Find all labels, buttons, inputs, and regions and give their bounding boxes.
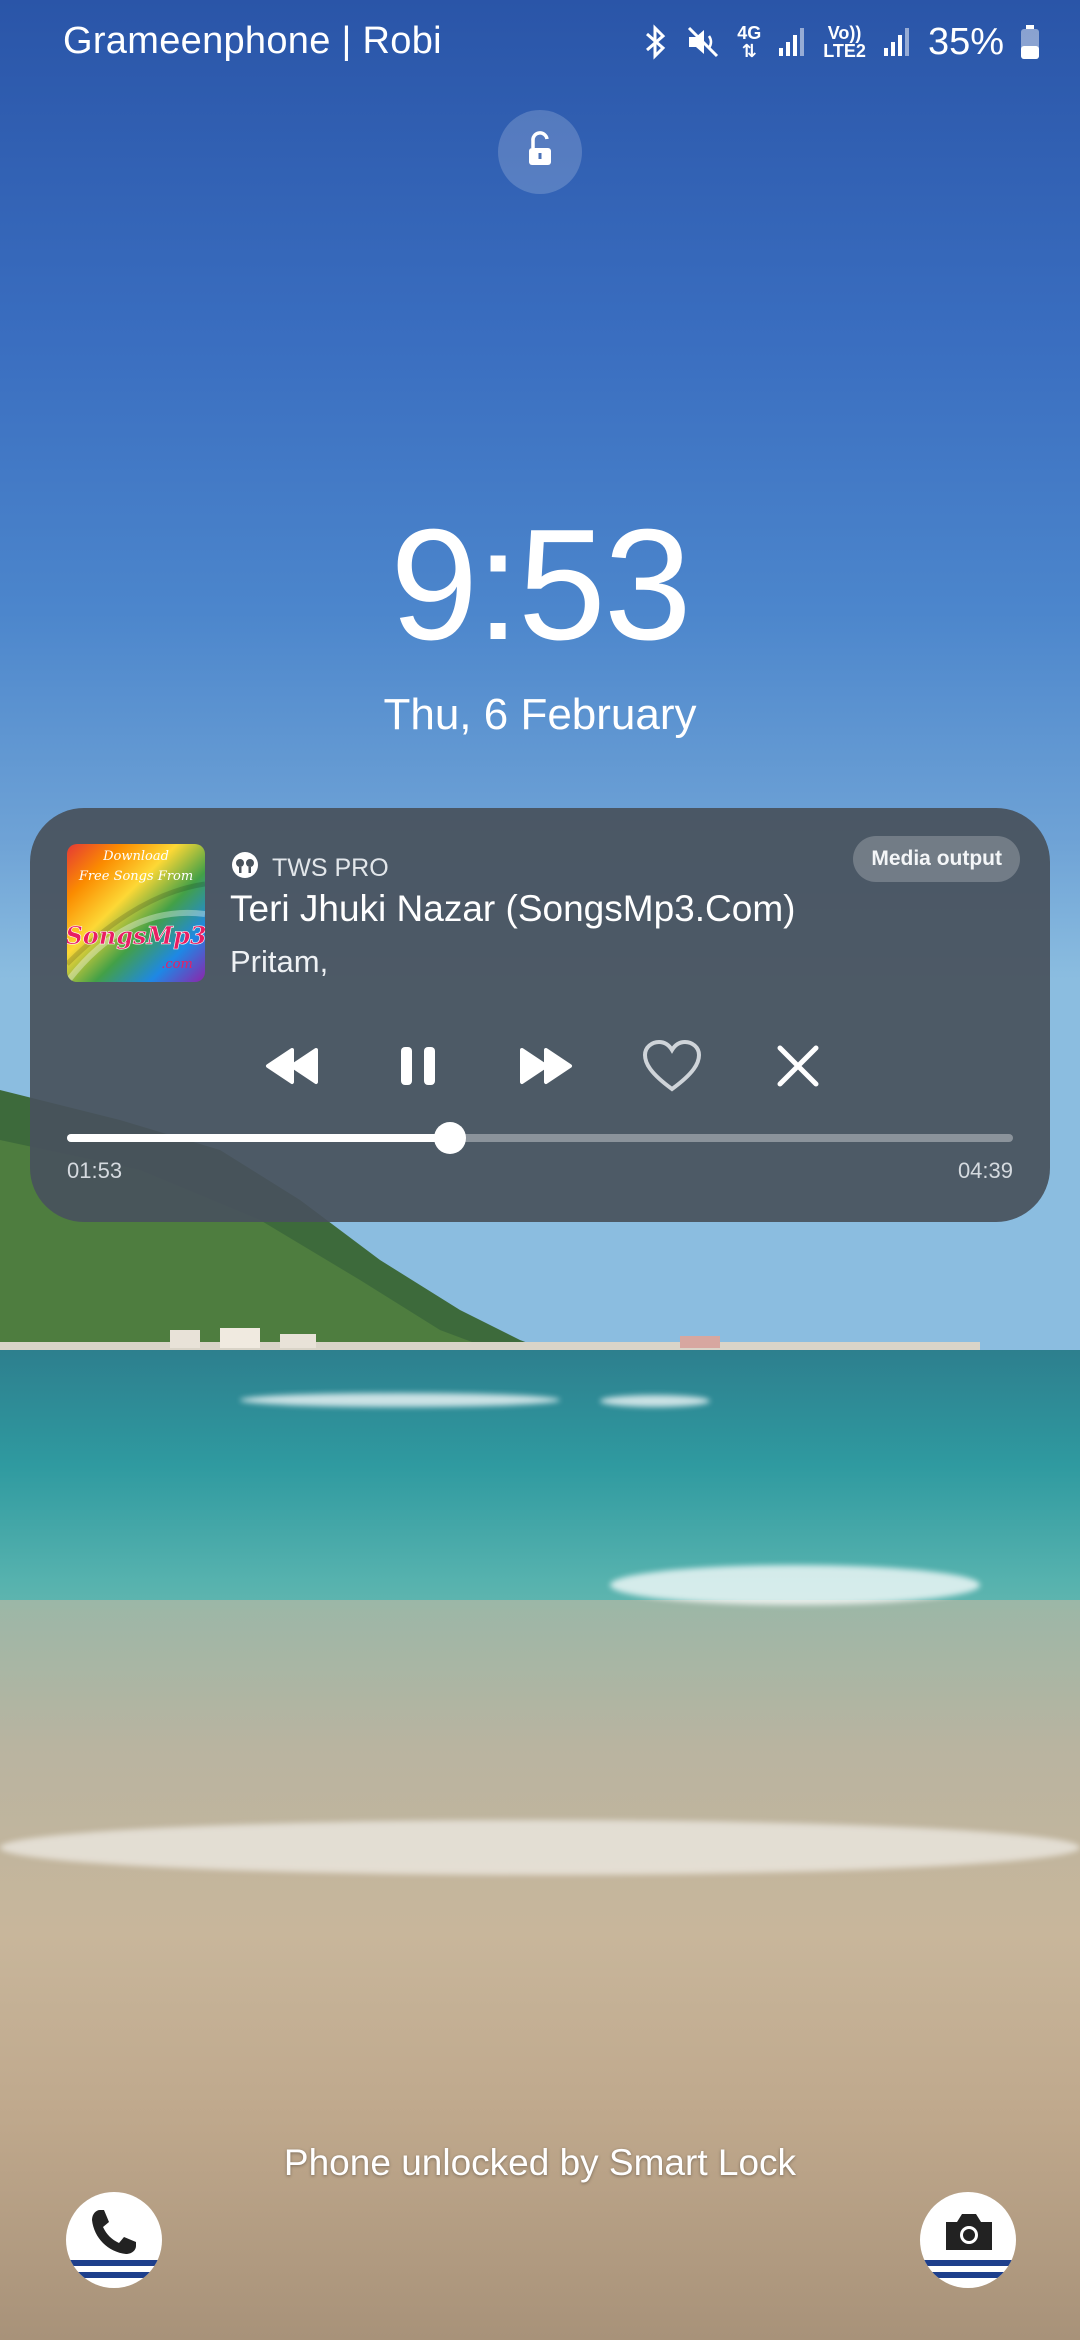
mute-icon — [685, 24, 721, 60]
wave-foam — [600, 1395, 710, 1407]
output-device-name: TWS PRO — [272, 854, 389, 882]
close-button[interactable] — [758, 1028, 838, 1108]
volte-label-bottom: LTE2 — [823, 41, 866, 61]
wave-foam — [610, 1565, 980, 1605]
phone-icon — [86, 2204, 142, 2265]
unlock-button[interactable] — [498, 110, 582, 194]
wave-foam — [240, 1393, 560, 1407]
network-4g-label: 4G — [737, 23, 762, 43]
album-art-line2: Free Songs From — [78, 869, 193, 884]
camera-shortcut-button[interactable] — [920, 2192, 1016, 2288]
signal-icon — [882, 26, 912, 58]
battery-percent: 35% — [927, 20, 1004, 63]
stripe-decoration — [66, 2272, 162, 2278]
lockscreen-clock: 9:53 — [390, 497, 692, 673]
album-art-line4: .com — [161, 957, 193, 972]
stripe-decoration — [920, 2260, 1016, 2266]
status-icons: 4G ⇅ Vo)) LTE2 35% — [641, 18, 1040, 66]
battery-icon — [1020, 24, 1040, 60]
seek-bar-thumb[interactable] — [434, 1122, 467, 1154]
rewind-icon — [264, 1046, 320, 1091]
volte-label-top: Vo)) — [827, 23, 862, 43]
output-device-row: TWS PRO — [230, 850, 389, 887]
heart-outline-icon — [642, 1039, 702, 1098]
media-output-button[interactable]: Media output — [853, 836, 1020, 882]
total-duration: 04:39 — [957, 1158, 1013, 1183]
signal-icon — [777, 26, 807, 58]
fast-forward-icon — [518, 1046, 574, 1091]
stripe-decoration — [920, 2272, 1016, 2278]
rewind-button[interactable] — [252, 1028, 332, 1108]
album-art-line3: SongsMp3 — [67, 921, 205, 950]
elapsed-time: 01:53 — [67, 1158, 123, 1183]
network-4g-icon: 4G ⇅ — [737, 23, 762, 61]
lockscreen-date: Thu, 6 February — [383, 690, 697, 739]
album-art: Download Free Songs From SongsMp3 .com — [67, 844, 205, 982]
pause-button[interactable] — [378, 1028, 458, 1108]
pause-icon — [395, 1043, 441, 1094]
camera-icon — [942, 2210, 996, 2259]
favorite-button[interactable] — [632, 1028, 712, 1108]
carrier-label: Grameenphone | Robi — [63, 20, 442, 62]
seek-bar[interactable] — [67, 1122, 1013, 1154]
wallpaper-shore — [0, 1600, 1080, 2340]
volte-icon: Vo)) LTE2 — [823, 24, 866, 60]
track-title: Teri Jhuki Nazar (SongsMp3.Com) — [230, 888, 796, 929]
playback-controls — [30, 1028, 1050, 1108]
stripe-decoration — [66, 2260, 162, 2266]
seek-bar-progress — [67, 1134, 451, 1142]
status-bar: Grameenphone | Robi 4G ⇅ Vo)) LTE2 35% — [0, 0, 1080, 84]
wave-foam — [0, 1820, 1080, 1875]
earbuds-icon — [230, 850, 260, 887]
close-icon — [774, 1042, 822, 1095]
album-art-line1: Download — [102, 849, 169, 864]
phone-shortcut-button[interactable] — [66, 2192, 162, 2288]
bluetooth-icon — [641, 24, 669, 60]
smart-lock-message: Phone unlocked by Smart Lock — [283, 2142, 797, 2183]
media-player-card[interactable]: Download Free Songs From SongsMp3 .com T… — [30, 808, 1050, 1222]
fast-forward-button[interactable] — [506, 1028, 586, 1108]
track-artist: Pritam, — [230, 944, 329, 979]
unlocked-padlock-icon — [520, 130, 560, 175]
